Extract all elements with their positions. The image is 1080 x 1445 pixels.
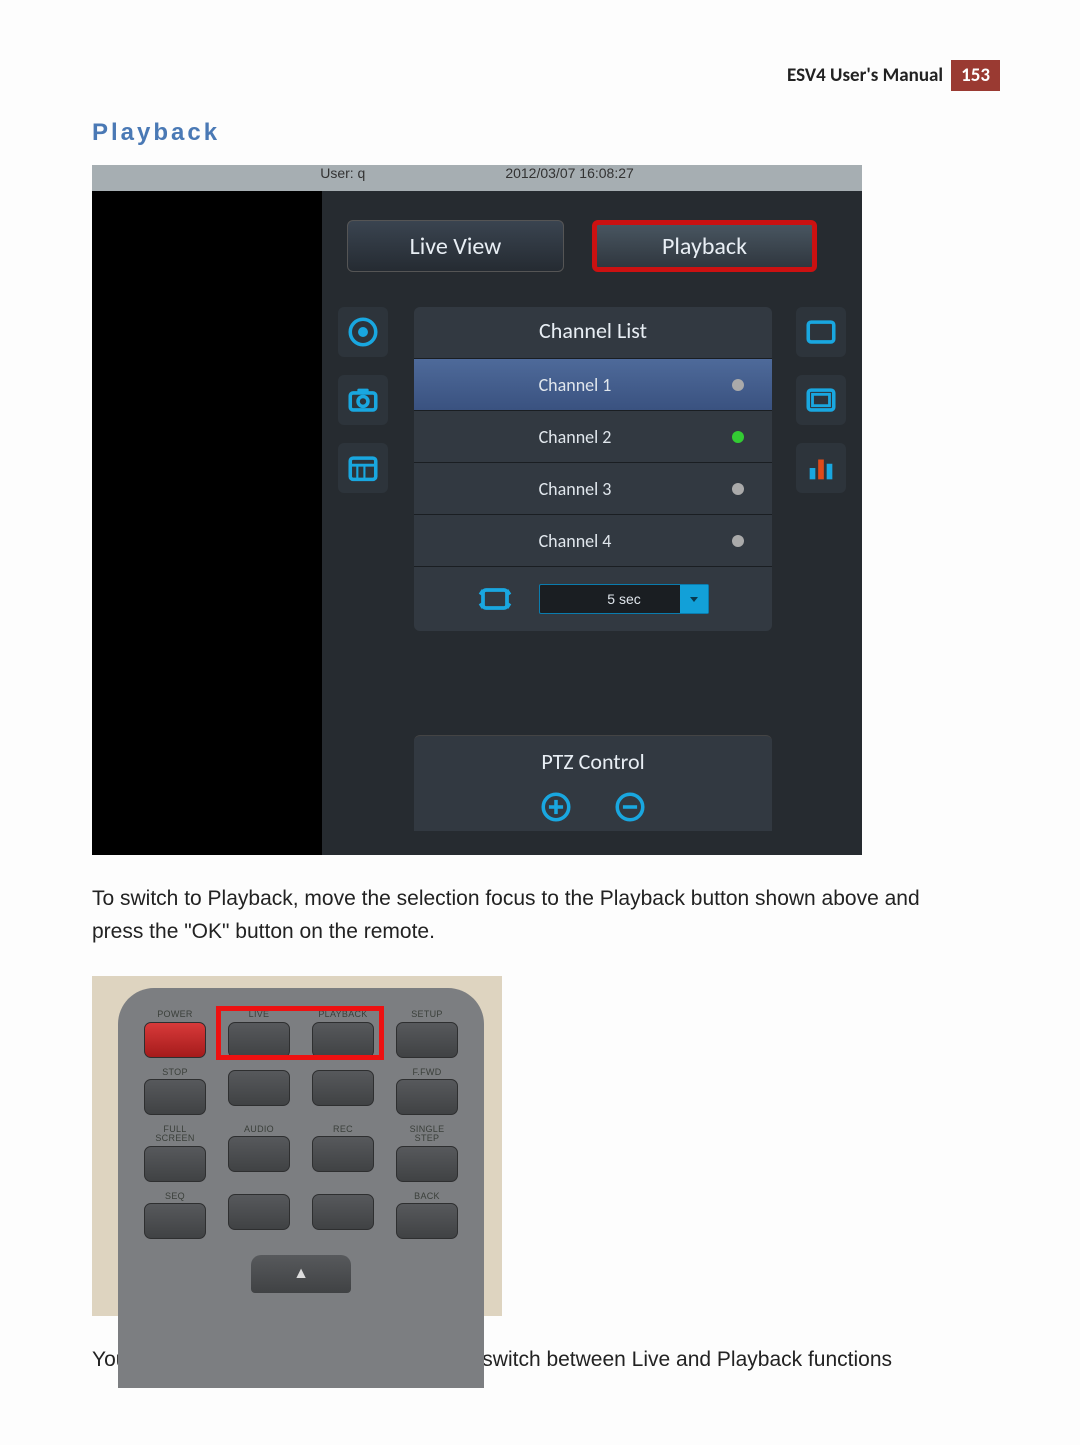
mode-tabs: Live View Playback — [347, 213, 817, 279]
channel-1-status-icon — [732, 379, 744, 391]
paragraph-1: To switch to Playback, move the selectio… — [92, 883, 960, 948]
dwell-dropdown[interactable]: 5 sec — [539, 584, 709, 614]
remote-singlestep-button[interactable] — [396, 1146, 458, 1182]
remote-ffwd-button[interactable] — [396, 1079, 458, 1115]
app-screenshot: User: q 2012/03/07 16:08:27 Live View Pl… — [92, 165, 862, 855]
layout1-icon[interactable] — [796, 307, 846, 357]
remote-stop-button[interactable] — [144, 1079, 206, 1115]
remote-singlestep-label: SINGLE STEP — [410, 1125, 445, 1144]
channel-row-1[interactable]: Channel 1 — [414, 358, 772, 410]
chart-icon[interactable] — [796, 443, 846, 493]
remote-ffwd-label: F.FWD — [413, 1068, 442, 1077]
right-toolbar — [796, 307, 852, 493]
tab-playback-label: Playback — [662, 232, 747, 261]
remote-seq-label: SEQ — [165, 1192, 185, 1201]
remote-fullscreen-label: FULL SCREEN — [155, 1125, 194, 1144]
remote-back-button[interactable] — [396, 1203, 458, 1239]
remote-r4c3-button[interactable] — [312, 1194, 374, 1230]
left-toolbar — [338, 307, 394, 493]
page-number: 153 — [951, 60, 1000, 91]
channel-row-4[interactable]: Channel 4 — [414, 514, 772, 566]
channel-3-label: Channel 3 — [436, 478, 750, 500]
record-icon[interactable] — [338, 307, 388, 357]
manual-title: ESV4 User's Manual — [787, 64, 943, 87]
remote-setup-button[interactable] — [396, 1022, 458, 1058]
channel-2-status-icon — [732, 431, 744, 443]
channel-row-3[interactable]: Channel 3 — [414, 462, 772, 514]
remote-photo: POWER LIVE PLAYBACK SETUP STOP F.FWD FUL… — [92, 976, 502, 1316]
remote-audio-button[interactable] — [228, 1136, 290, 1172]
remote-power-label: POWER — [157, 1010, 193, 1019]
dwell-row: 5 sec — [414, 566, 772, 631]
remote-power-button[interactable] — [144, 1022, 206, 1058]
remote-nav-up-button[interactable]: ▲ — [251, 1255, 351, 1293]
channel-4-label: Channel 4 — [436, 530, 750, 552]
ptz-header: PTZ Control — [414, 736, 772, 787]
remote-back-label: BACK — [414, 1192, 440, 1201]
remote-fullscreen-button[interactable] — [144, 1146, 206, 1182]
remote-setup-label: SETUP — [411, 1010, 443, 1019]
remote-seq-button[interactable] — [144, 1203, 206, 1239]
layout2-icon[interactable] — [796, 375, 846, 425]
channel-list-header: Channel List — [414, 307, 772, 358]
section-title: Playback — [92, 119, 1000, 147]
channel-4-status-icon — [732, 535, 744, 547]
remote-r2c3-button[interactable] — [312, 1070, 374, 1106]
page-header: ESV4 User's Manual 153 — [80, 60, 1000, 91]
snapshot-icon[interactable] — [338, 375, 388, 425]
sequence-icon[interactable] — [477, 581, 513, 617]
tab-live-view[interactable]: Live View — [347, 220, 564, 272]
user-label: User: q — [320, 165, 365, 181]
remote-rec-label: REC — [333, 1125, 353, 1134]
remote-stop-label: STOP — [162, 1068, 188, 1077]
chevron-down-icon — [680, 585, 708, 613]
channel-row-2[interactable]: Channel 2 — [414, 410, 772, 462]
ptz-zoom-out-icon[interactable] — [610, 787, 650, 827]
video-area — [92, 191, 322, 855]
ptz-zoom-in-icon[interactable] — [536, 787, 576, 827]
channel-list-panel: Channel List Channel 1 Channel 2 Channel… — [414, 307, 772, 631]
channel-1-label: Channel 1 — [436, 374, 750, 396]
remote-audio-label: AUDIO — [244, 1125, 274, 1134]
datetime-label: 2012/03/07 16:08:27 — [505, 165, 633, 181]
dwell-value: 5 sec — [607, 591, 640, 607]
tab-playback[interactable]: Playback — [592, 220, 817, 272]
tab-live-label: Live View — [410, 232, 502, 261]
remote-r4c2-button[interactable] — [228, 1194, 290, 1230]
ptz-panel: PTZ Control — [414, 735, 772, 831]
calendar-icon[interactable] — [338, 443, 388, 493]
channel-3-status-icon — [732, 483, 744, 495]
remote-r2c2-button[interactable] — [228, 1070, 290, 1106]
remote-highlight — [216, 1006, 384, 1060]
channel-2-label: Channel 2 — [436, 426, 750, 448]
app-topbar: User: q 2012/03/07 16:08:27 — [92, 165, 862, 191]
remote-rec-button[interactable] — [312, 1136, 374, 1172]
